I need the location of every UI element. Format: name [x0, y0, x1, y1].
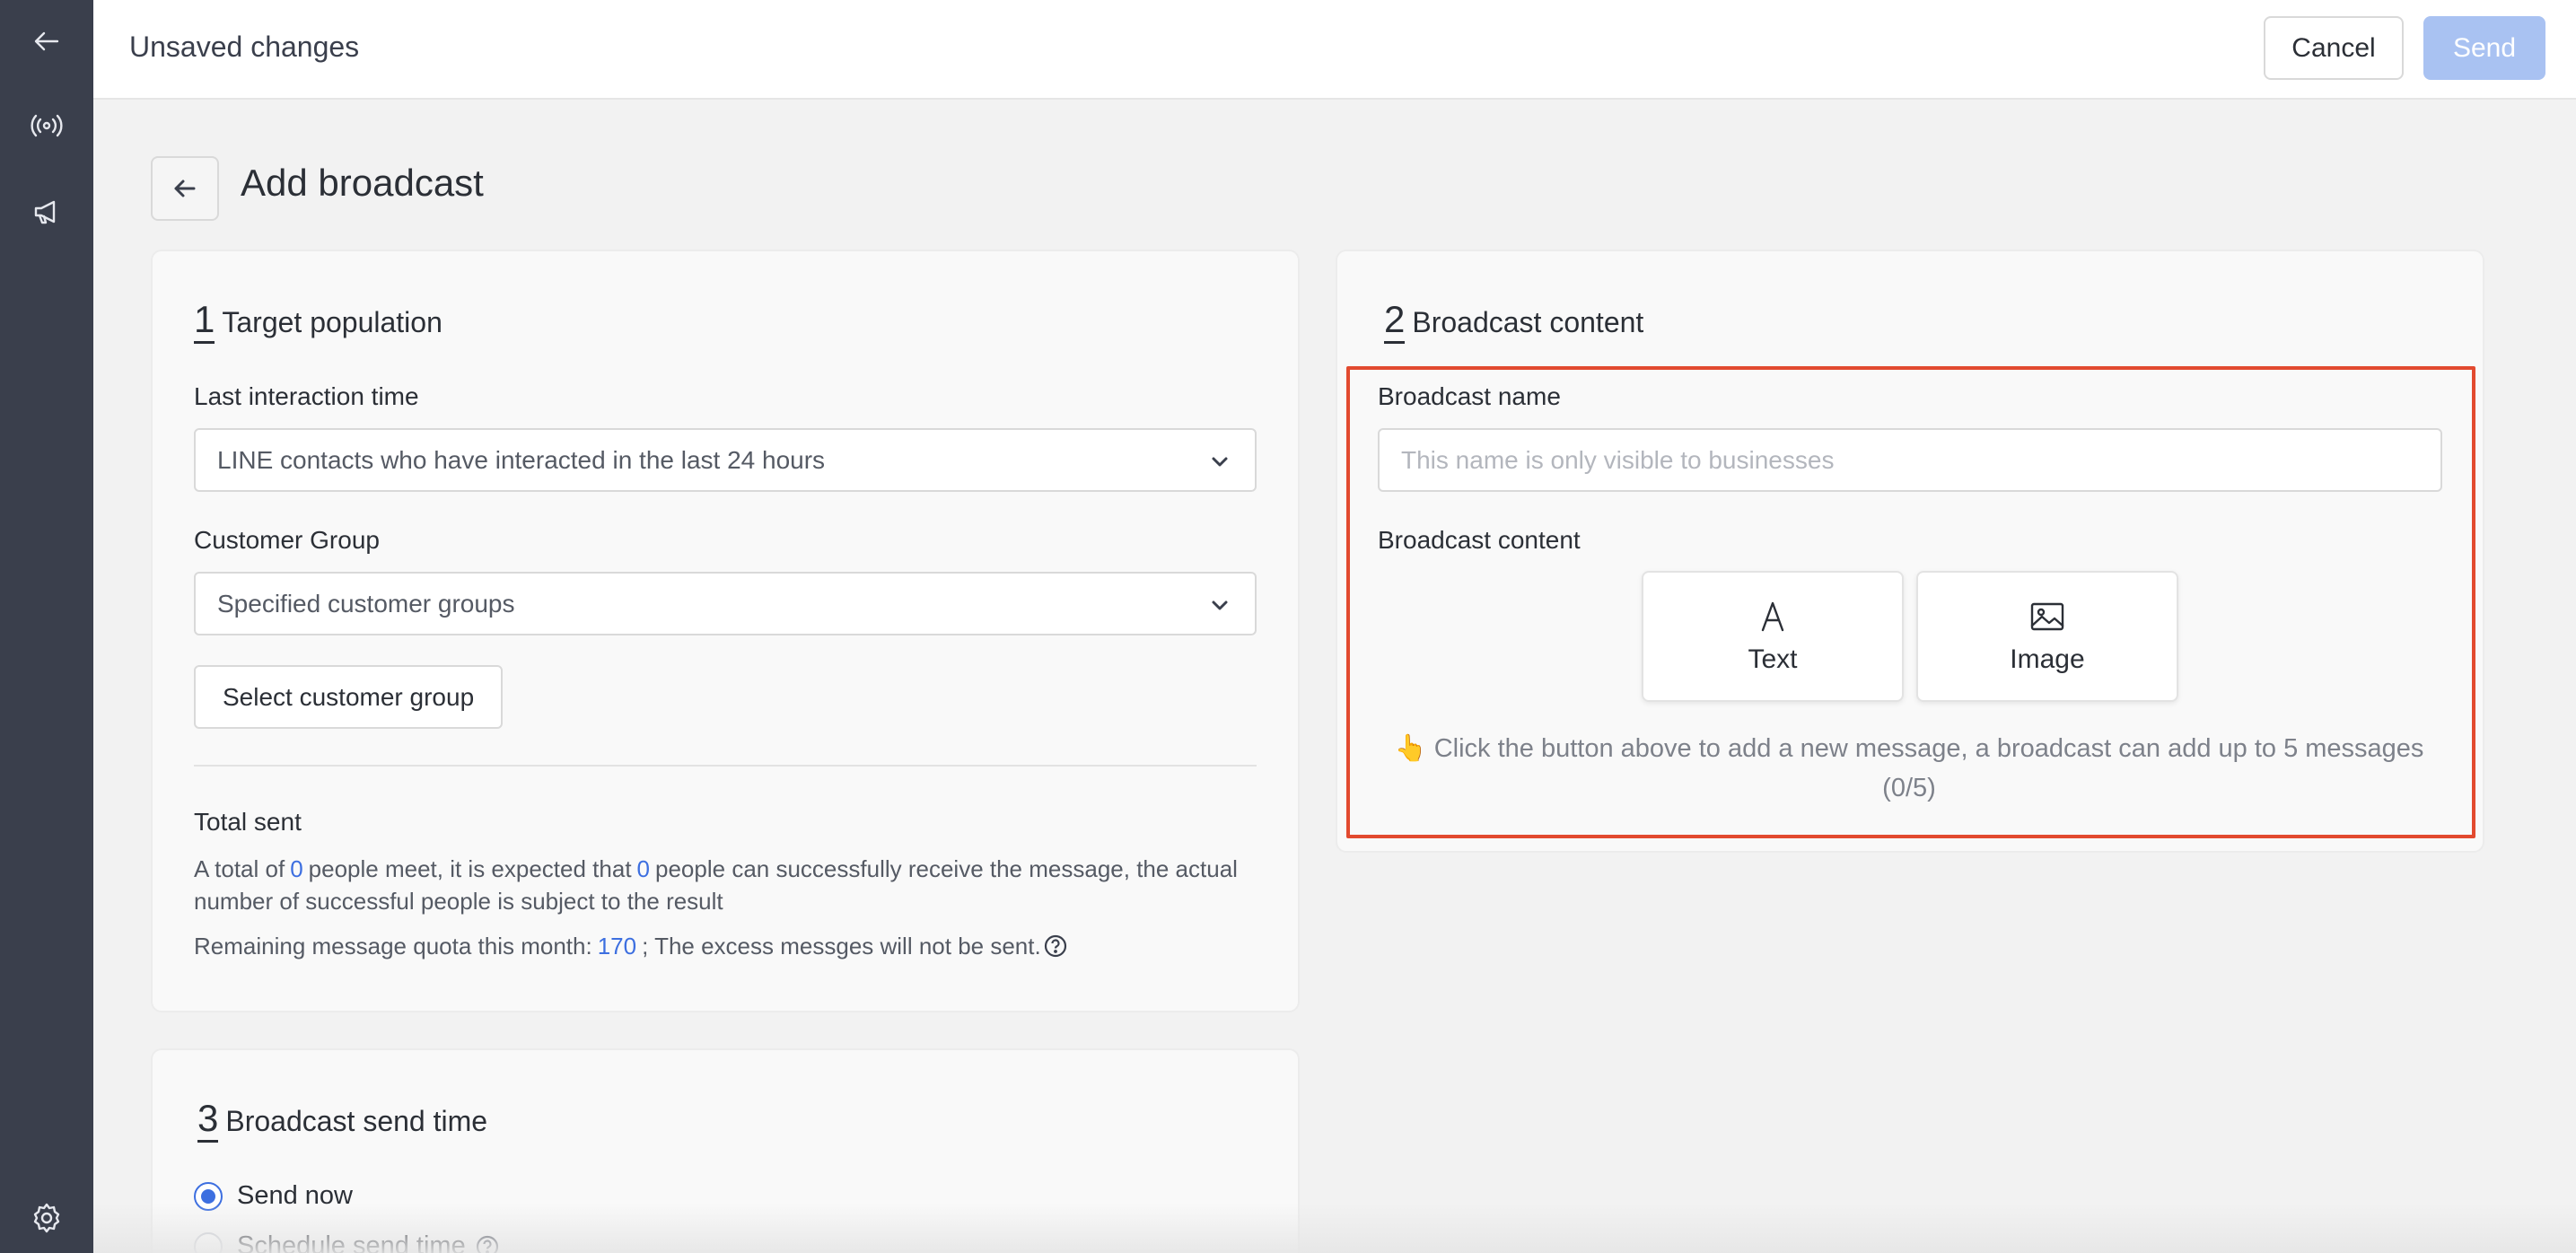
radio-label: Send now [237, 1181, 353, 1210]
add-image-button[interactable]: Image [1916, 571, 2178, 702]
radio-checked-icon [194, 1181, 223, 1211]
expected-count: 0 [636, 855, 651, 882]
section-number: 3 [197, 1099, 219, 1143]
gear-icon[interactable] [23, 1195, 70, 1241]
broadcast-icon[interactable] [23, 102, 70, 149]
broadcast-send-time-card [151, 1048, 1300, 1253]
quota-value: 170 [597, 933, 637, 959]
total-sent-description: A total of 0 people meet, it is expected t… [194, 853, 1262, 917]
text-icon [1754, 598, 1792, 635]
chevron-down-icon [1208, 450, 1231, 473]
total-text-part: people meet, it is expected that [308, 855, 632, 882]
tile-label: Image [2010, 644, 2085, 674]
broadcast-content-heading: 2 Broadcast content [1384, 300, 1643, 344]
image-icon [2028, 598, 2066, 635]
section-number: 2 [1384, 300, 1406, 344]
back-button[interactable] [151, 156, 219, 221]
quota-suffix: ; The excess messges will not be sent. [642, 933, 1041, 959]
cancel-button[interactable]: Cancel [2264, 16, 2404, 80]
quota-text: Remaining message quota this month: [194, 933, 592, 959]
broadcast-content-label: Broadcast content [1378, 526, 1581, 554]
last-interaction-label: Last interaction time [194, 382, 419, 410]
question-circle-icon[interactable] [1043, 933, 1068, 959]
customer-group-value: Specified customer groups [217, 589, 515, 618]
section-number: 1 [194, 300, 215, 344]
add-message-hint: 👆 Click the button above to add a new me… [1394, 734, 2424, 802]
section-title: Broadcast send time [225, 1105, 488, 1137]
section-title: Broadcast content [1412, 306, 1644, 338]
send-button[interactable]: Send [2423, 16, 2545, 80]
last-interaction-select[interactable]: LINE contacts who have interacted in the… [194, 428, 1257, 492]
customer-group-label: Customer Group [194, 526, 380, 554]
schedule-send-time-radio[interactable]: Schedule send time [194, 1231, 500, 1253]
broadcast-send-time-heading: 3 Broadcast send time [197, 1099, 487, 1143]
add-text-button[interactable]: Text [1642, 571, 1904, 702]
send-now-radio[interactable]: Send now [194, 1181, 353, 1211]
divider [194, 765, 1257, 767]
radio-label: Schedule send time [237, 1231, 466, 1253]
customer-group-select[interactable]: Specified customer groups [194, 572, 1257, 635]
tile-label: Text [1748, 644, 1798, 674]
broadcast-name-input[interactable] [1378, 428, 2442, 492]
total-text-part: A total of [194, 855, 285, 882]
chevron-down-icon [1208, 593, 1231, 617]
megaphone-icon[interactable] [23, 188, 70, 235]
sidebar [0, 0, 93, 1253]
section-title: Target population [222, 306, 442, 338]
topbar: Unsaved changes Cancel Send [93, 0, 2576, 100]
last-interaction-value: LINE contacts who have interacted in the… [217, 445, 826, 474]
question-circle-icon[interactable] [475, 1234, 500, 1253]
quota-line: Remaining message quota this month: 170; … [194, 930, 1262, 962]
total-count: 0 [290, 855, 303, 882]
unsaved-changes-title: Unsaved changes [129, 31, 360, 63]
select-customer-group-button[interactable]: Select customer group [194, 665, 504, 729]
total-sent-label: Total sent [194, 808, 302, 836]
page-title: Add broadcast [241, 162, 484, 204]
arrow-left-icon[interactable] [23, 18, 70, 65]
target-population-heading: 1 Target population [194, 300, 442, 344]
arrow-left-icon [174, 180, 196, 197]
broadcast-name-label: Broadcast name [1378, 382, 1561, 410]
radio-unchecked-icon [194, 1231, 223, 1253]
